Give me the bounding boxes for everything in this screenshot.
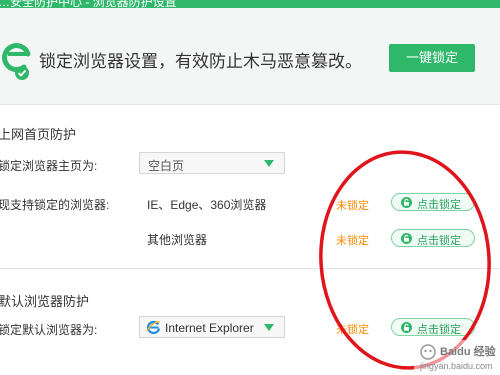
default-browser-select-value: Internet Explorer [165,321,254,335]
lock-button-label: 点击锁定 [417,235,461,247]
watermark-text: Baidu 经验 [440,346,496,358]
internet-explorer-icon [146,320,161,335]
browser-name-other: 其他浏览器 [147,233,208,247]
lock-icon [401,233,412,244]
homepage-label: 锁定浏览器主页为: [0,159,98,173]
watermark-url: jingyan.baidu.com [420,361,493,371]
lock-button-label: 点击锁定 [417,324,461,336]
shield-e-logo-icon [2,43,31,80]
homepage-select-value: 空白页 [148,159,185,173]
lock-button-ie-edge-360[interactable]: 点击锁定 [391,193,475,211]
chevron-down-icon [264,160,274,167]
lock-all-button[interactable]: 一键锁定 [389,44,475,72]
homepage-protection-title: 上网首页防护 [0,127,77,142]
header-banner: 锁定浏览器设置，有效防止木马恶意篡改。 一键锁定 [0,8,500,105]
supported-browsers-label: 现支持锁定的浏览器: [0,198,110,212]
status-default-browser: 未锁定 [336,324,369,336]
title-bar: …安全防护中心 - 浏览器防护设置 [0,0,500,8]
section-divider [0,268,500,269]
banner-message: 锁定浏览器设置，有效防止木马恶意篡改。 [39,52,362,71]
window-title: …安全防护中心 - 浏览器防护设置 [0,0,177,8]
homepage-select[interactable]: 空白页 [139,152,285,174]
lock-icon [401,322,412,333]
red-annotation-circle [319,150,491,370]
default-browser-label: 锁定默认浏览器为: [0,323,98,337]
lock-icon [401,197,412,208]
status-ie-edge-360: 未锁定 [336,200,369,212]
default-browser-select[interactable]: Internet Explorer [139,316,285,338]
status-other: 未锁定 [336,235,369,247]
chevron-down-icon [264,324,274,331]
default-browser-protection-title: 默认浏览器防护 [0,294,90,309]
lock-button-default-browser[interactable]: 点击锁定 [391,318,475,336]
lock-button-label: 点击锁定 [417,199,461,211]
lock-button-other[interactable]: 点击锁定 [391,229,475,247]
browser-name-ie-edge-360: IE、Edge、360浏览器 [147,198,267,212]
